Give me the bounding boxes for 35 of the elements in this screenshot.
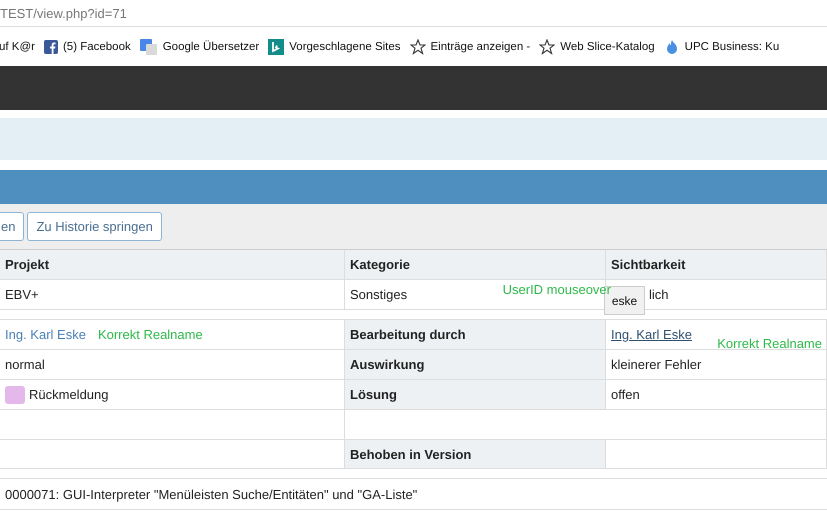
bookmark[interactable]: uf K@r [0, 40, 35, 52]
field-value: kleinerer Fehler [611, 357, 702, 372]
bookmark[interactable]: Vorgeschlagene Sites [268, 38, 401, 54]
annotation-text: Korrekt Realname [717, 336, 822, 351]
bookmark[interactable]: Web Slice-Katalog [539, 38, 655, 54]
bookmark[interactable]: (5) Facebook [44, 40, 131, 54]
user-link[interactable]: Ing. Karl Eske [5, 327, 86, 342]
field-label: Projekt [5, 257, 50, 272]
field-label: Kategorie [350, 257, 410, 272]
toolbar-button[interactable]: en [0, 212, 24, 241]
field-label: Behoben in Version [350, 446, 472, 462]
facebook-icon [44, 40, 58, 54]
field-value: offen [611, 387, 640, 402]
field-value: normal [5, 357, 45, 372]
field-label: Sichtbarkeit [611, 257, 686, 272]
issue-summary: 0000071: GUI-Interpreter "Menüleisten Suche/Entitäten" und "GA-Liste" [0, 479, 827, 510]
field-value: EBV+ [5, 287, 39, 302]
field-label: Bearbeitung durch [350, 327, 466, 342]
field-label: Auswirkung [350, 357, 424, 372]
toolbar-button[interactable]: Zu Historie springen [27, 212, 162, 241]
annotation-text: UserID mouseover [502, 282, 611, 297]
star-icon [410, 38, 426, 54]
url-text[interactable]: TEST/view.php?id=71 [0, 6, 127, 20]
field-value: Sonstiges [350, 287, 408, 302]
bookmark[interactable]: Einträge anzeigen - [410, 38, 530, 54]
field-value: lich [649, 287, 669, 302]
bookmark[interactable]: Google Übersetzer [140, 38, 260, 54]
star-icon [539, 38, 556, 54]
user-link[interactable]: Ing. Karl Eske [611, 327, 692, 342]
bookmark[interactable]: UPC Business: Ku [664, 38, 780, 54]
annotation-text: Korrekt Realname [98, 327, 203, 342]
field-label: Lösung [350, 387, 397, 402]
status-text: Rückmeldung [29, 387, 108, 402]
translate-icon [140, 38, 158, 54]
bing-icon [268, 38, 284, 54]
